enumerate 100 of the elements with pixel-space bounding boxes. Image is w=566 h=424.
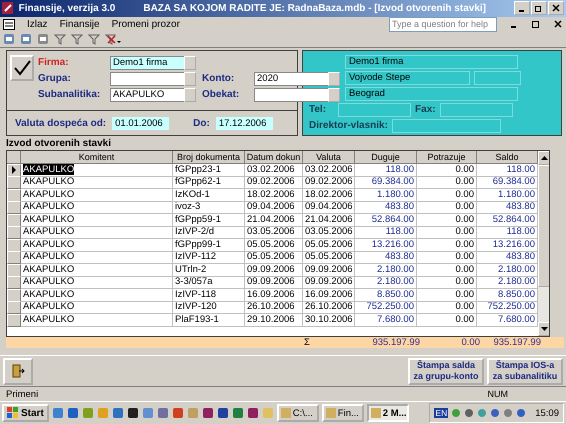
- table-cell: 03.05.2006: [303, 226, 355, 240]
- filter-icon[interactable]: [71, 33, 83, 46]
- menu-item[interactable]: Izlaz: [27, 18, 48, 30]
- quick-launch-icon[interactable]: [216, 407, 229, 420]
- tray-icon[interactable]: [451, 408, 462, 418]
- tray-icon[interactable]: [490, 408, 500, 418]
- quick-launch-icon[interactable]: [126, 407, 139, 420]
- row-selector[interactable]: [7, 164, 21, 177]
- table-cell: 09.09.2006: [303, 264, 355, 277]
- menu-item[interactable]: Finansije: [60, 18, 100, 30]
- table-cell: 752.250.00: [355, 301, 417, 314]
- quick-launch-icon[interactable]: [246, 407, 259, 420]
- app-icon: [2, 2, 13, 14]
- print-button[interactable]: Štampa IOS-a za subanalitiku: [487, 358, 563, 385]
- table-cell: 0.00: [417, 164, 477, 177]
- close-icon[interactable]: [553, 19, 563, 30]
- apply-button[interactable]: [10, 54, 34, 81]
- column-header[interactable]: Valuta: [303, 150, 355, 164]
- table-cell: 0.00: [417, 214, 477, 227]
- restore-button[interactable]: [531, 1, 547, 16]
- date-field[interactable]: 01.01.2006: [112, 116, 170, 130]
- column-header[interactable]: Potrazuje: [417, 150, 477, 164]
- filter-icon[interactable]: [88, 33, 100, 46]
- table-cell: 0.00: [417, 188, 477, 202]
- scroll-up-button[interactable]: [538, 150, 549, 165]
- field-label: Obekat:: [202, 89, 240, 100]
- taskbar-button[interactable]: Fin...: [322, 404, 364, 422]
- table-cell: 3-3/057a: [173, 276, 245, 290]
- app-title: Finansije, verzija 3.0: [18, 2, 116, 14]
- table-cell: IzKOd-1: [173, 188, 245, 202]
- konto-combo[interactable]: 2020: [254, 72, 340, 86]
- firma-combo[interactable]: Demo1 firma: [110, 56, 196, 70]
- table-cell: 52.864.00: [355, 214, 417, 227]
- table-cell: IzIVP-112: [173, 251, 245, 264]
- language-indicator[interactable]: EN: [434, 408, 448, 418]
- table-cell: 0.00: [417, 288, 477, 302]
- table-cell: 0.00: [417, 264, 477, 277]
- tray-icon[interactable]: [516, 408, 526, 418]
- grupa-combo[interactable]: [110, 72, 196, 86]
- tray-icon[interactable]: [503, 408, 514, 418]
- table-cell: fGPpp99-1: [173, 238, 245, 252]
- menu-item[interactable]: Promeni prozor: [112, 18, 180, 30]
- form-icon[interactable]: [3, 18, 15, 30]
- table-cell: 21.04.2006: [245, 214, 303, 227]
- table-cell: AKAPULKO: [21, 226, 173, 240]
- obekat-combo[interactable]: [254, 88, 340, 102]
- table-cell: AKAPULKO: [21, 238, 173, 252]
- address-field: Vojvode Stepe: [345, 70, 470, 85]
- table-cell: 09.02.2006: [303, 176, 355, 190]
- taskbar-button[interactable]: C:\...: [276, 404, 319, 422]
- column-header[interactable]: Datum dokun: [245, 150, 303, 164]
- table-cell: 0.00: [417, 301, 477, 314]
- table-cell: 483.80: [355, 201, 417, 214]
- tray-icon[interactable]: [477, 408, 488, 418]
- table-cell: 26.10.2006: [245, 301, 303, 314]
- table-cell: fGPpp62-1: [173, 176, 245, 190]
- status-message: Primeni: [6, 388, 38, 400]
- taskbar-button[interactable]: 2 M...: [366, 404, 409, 422]
- table-cell: 30.10.2006: [303, 314, 355, 327]
- scrollbar-thumb[interactable]: [538, 164, 549, 287]
- table-cell: ivoz-3: [173, 201, 245, 214]
- remove-filter-icon[interactable]: [105, 33, 121, 46]
- table-cell: 09.09.2006: [245, 276, 303, 290]
- table-cell: 69.384.00: [355, 176, 417, 190]
- scroll-down-button[interactable]: [538, 322, 549, 336]
- table-cell: 483.80: [355, 251, 417, 264]
- table-cell: 0.00: [417, 176, 477, 190]
- city-field: Beograd: [345, 86, 518, 101]
- close-button[interactable]: [548, 1, 564, 16]
- tray-icon[interactable]: [464, 408, 474, 418]
- table-cell: 0.00: [417, 201, 477, 214]
- print-button[interactable]: Štampa salda za grupu-konto: [408, 358, 484, 385]
- table-cell: 118.00: [355, 164, 417, 177]
- start-button[interactable]: Start: [2, 404, 49, 422]
- close-icon: [552, 4, 560, 12]
- table-cell: 0.00: [417, 314, 477, 327]
- company-name-field: Demo1 firma: [345, 54, 518, 69]
- table-cell: PlaF193-1: [173, 314, 245, 327]
- quick-launch-icon[interactable]: [202, 407, 214, 420]
- subanalitika-combo[interactable]: AKAPULKO: [110, 88, 196, 102]
- minimize-button[interactable]: [514, 1, 530, 16]
- table-cell: 13.216.00: [355, 238, 417, 252]
- table-cell: 09.09.2006: [303, 276, 355, 290]
- exit-button[interactable]: [3, 358, 33, 385]
- date-field[interactable]: 17.12.2006: [216, 116, 273, 130]
- field-label: Grupa:: [38, 73, 72, 84]
- table-cell: fGPpp23-1: [173, 164, 245, 177]
- table-cell: 16.09.2006: [303, 288, 355, 302]
- filter-icon[interactable]: [54, 33, 66, 46]
- current-row-icon: [11, 166, 17, 174]
- table-cell: 21.04.2006: [303, 214, 355, 227]
- down-arrow-icon: [541, 327, 548, 332]
- restore-icon[interactable]: [531, 19, 541, 30]
- field-label: Valuta dospeća od:: [15, 118, 106, 128]
- column-header[interactable]: Broj dokumenta: [173, 150, 245, 164]
- windows-logo: [7, 407, 19, 420]
- help-search-field[interactable]: Type a question for help: [389, 16, 497, 32]
- door-icon: [11, 364, 25, 378]
- column-header[interactable]: Duguje: [355, 150, 417, 164]
- table-cell: 0.00: [417, 226, 477, 240]
